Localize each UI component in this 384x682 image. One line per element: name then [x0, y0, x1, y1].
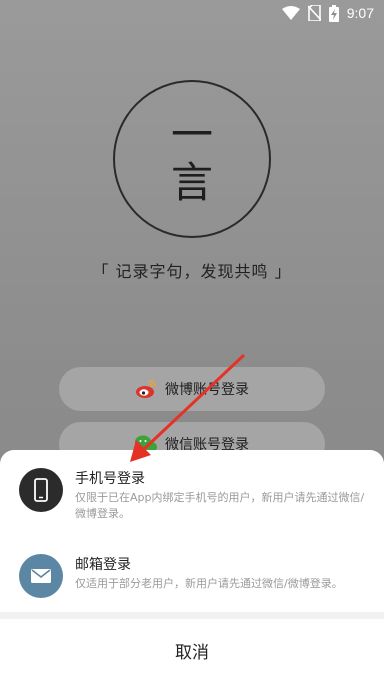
email-login-desc: 仅适用于部分老用户，新用户请先通过微信/微博登录。	[75, 577, 343, 590]
battery-charging-icon	[328, 4, 339, 22]
status-bar: 9:07	[0, 0, 384, 26]
logo-char-1: 一	[170, 110, 213, 159]
sheet-divider	[0, 612, 384, 619]
weibo-icon	[136, 380, 156, 398]
email-login-title: 邮箱登录	[75, 557, 131, 573]
email-option-icon-bg	[19, 554, 63, 598]
weibo-login-button[interactable]: 微博账号登录	[59, 367, 325, 411]
phone-login-option[interactable]: 手机号登录 仅限于已在App内绑定手机号的用户，新用户请先通过微信/微博登录。	[0, 460, 384, 540]
slogan: 「 记录字句，发现共鸣 」	[92, 262, 292, 281]
cancel-button[interactable]: 取消	[0, 619, 384, 682]
app-logo: 一 言	[113, 80, 271, 238]
status-time: 9:07	[346, 5, 374, 21]
phone-login-desc: 仅限于已在App内绑定手机号的用户，新用户请先通过微信/微博登录。	[75, 491, 365, 520]
wifi-icon	[281, 6, 300, 20]
mail-icon	[31, 569, 51, 583]
no-sim-icon	[307, 5, 321, 21]
phone-option-icon-bg	[19, 468, 63, 512]
phone-login-title: 手机号登录	[75, 471, 145, 487]
weibo-login-label: 微博账号登录	[165, 382, 249, 398]
phone-icon	[34, 478, 48, 502]
logo-char-2: 言	[170, 158, 213, 207]
